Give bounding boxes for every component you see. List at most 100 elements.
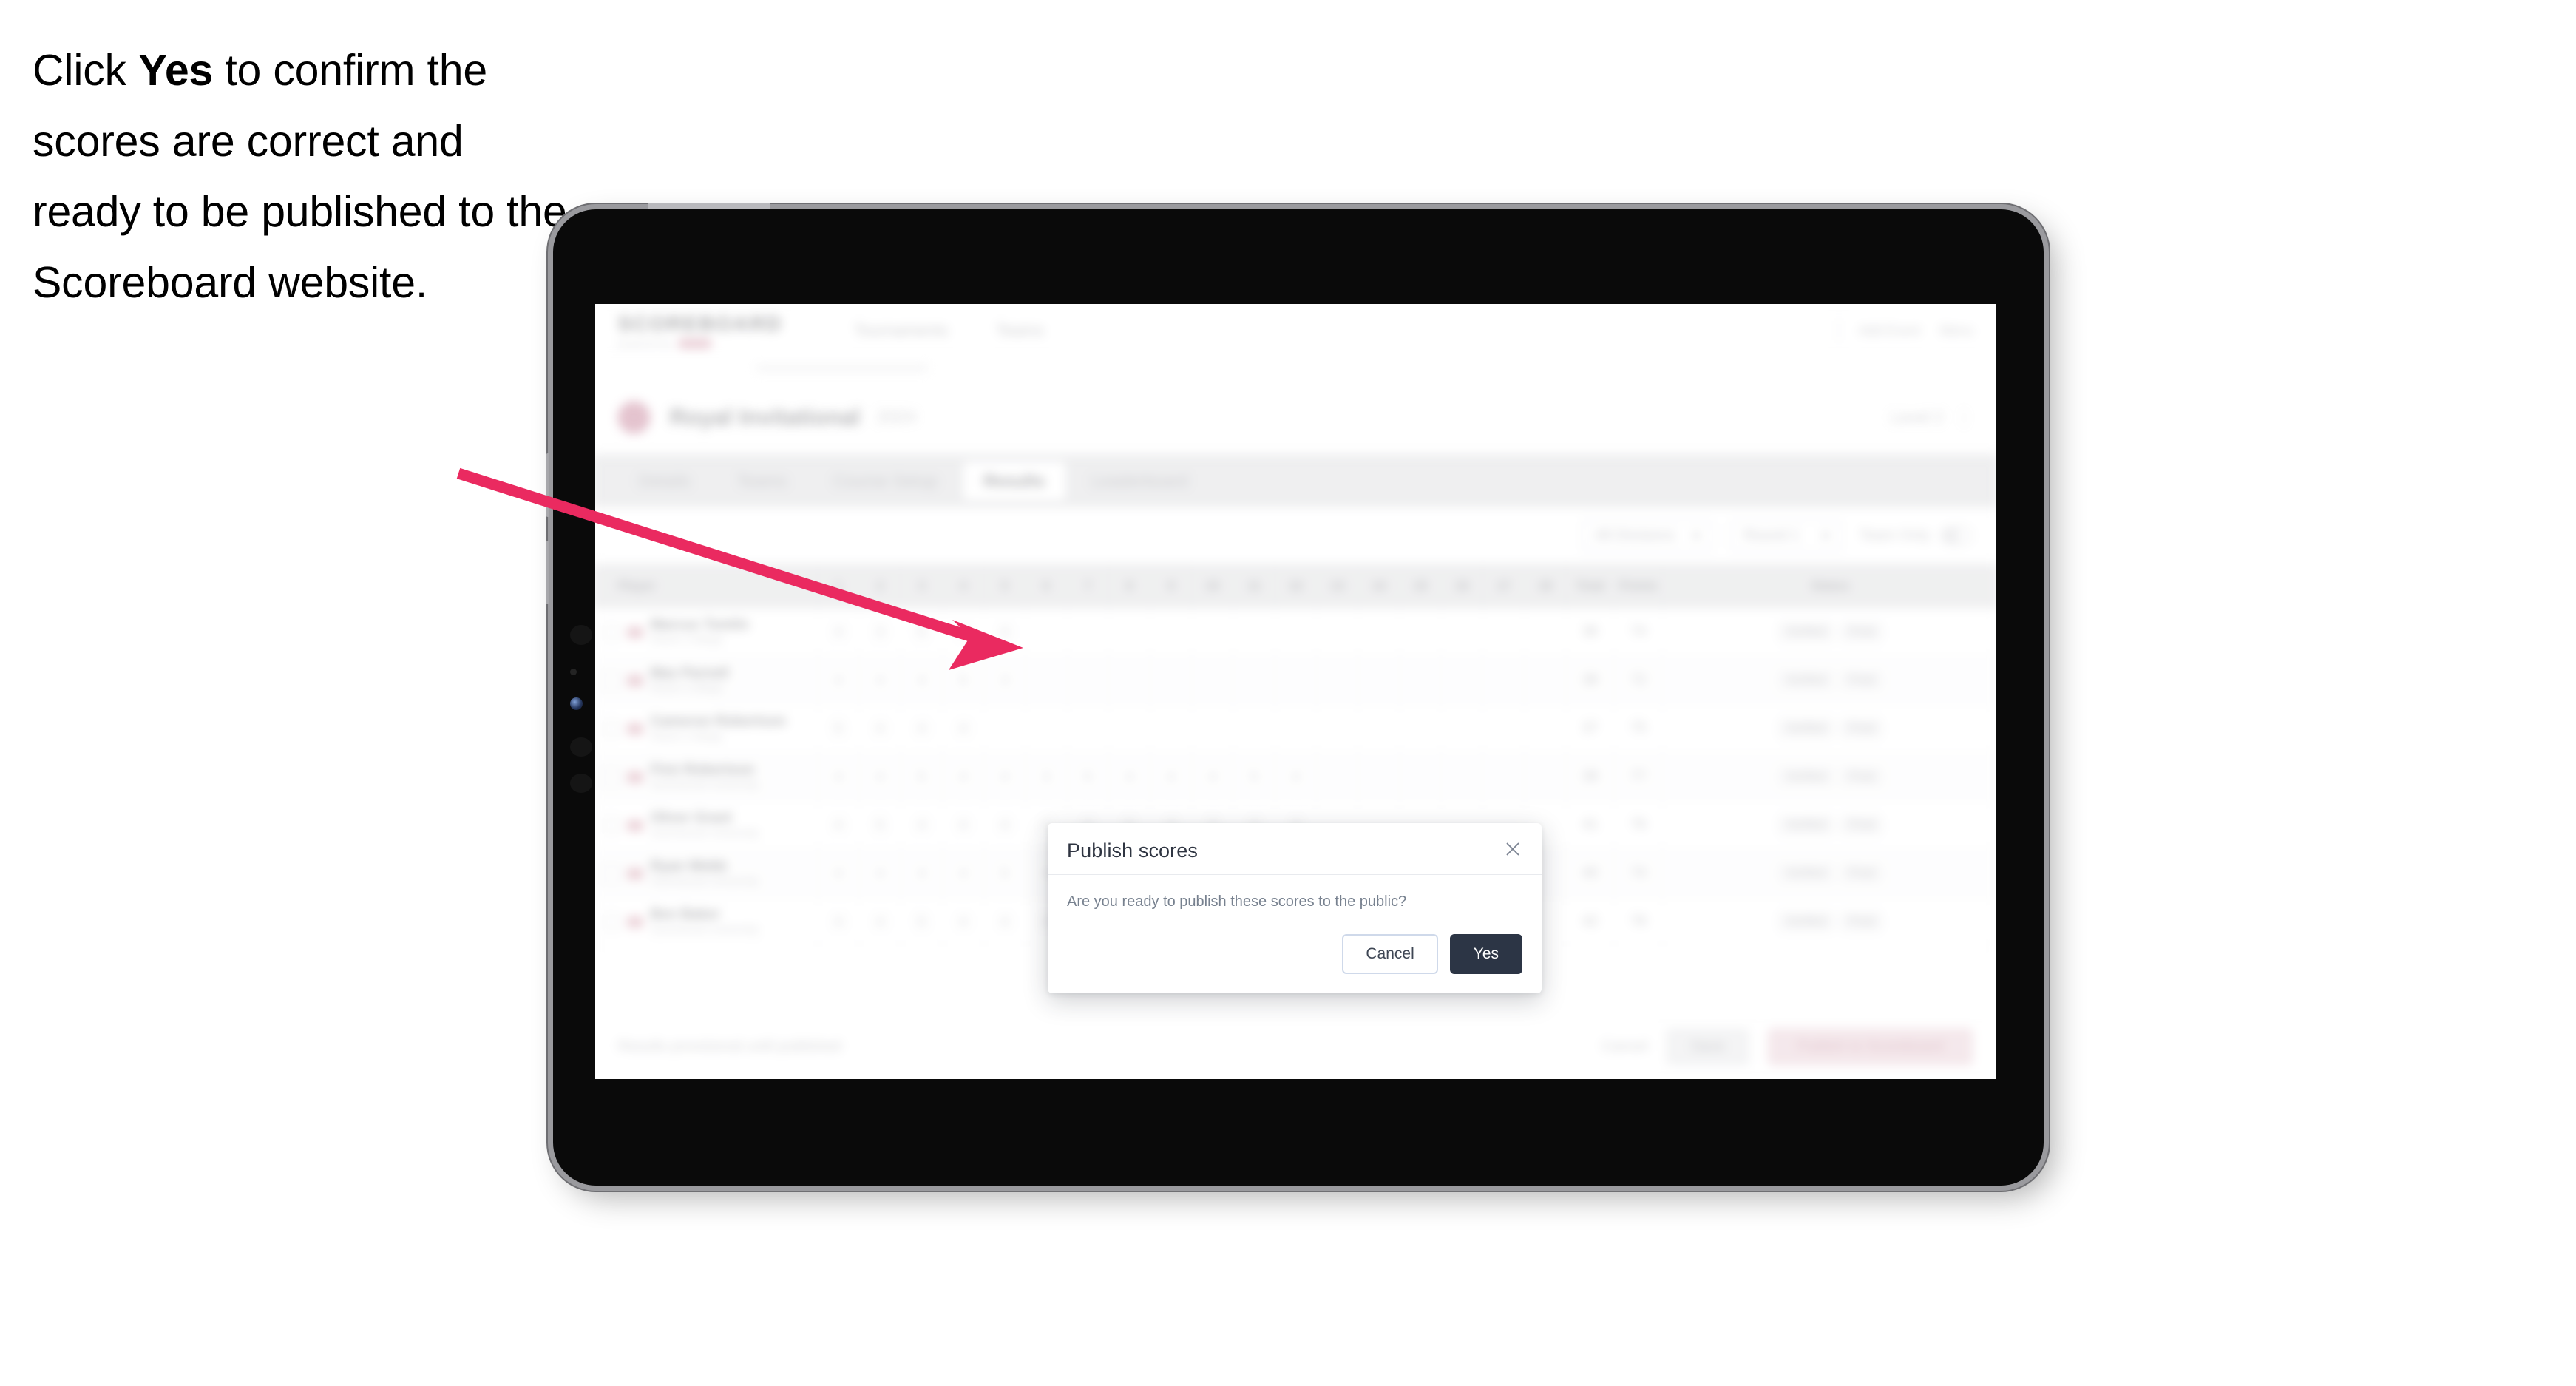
score-cell-6[interactable]: 3 [1026,752,1068,802]
table-row[interactable]: Max Parnell Raven College 4 4 4 5 3 38 72 Verifie… [595,656,1996,706]
tab-details[interactable]: Details [617,461,711,500]
score-cell-5[interactable] [983,704,1026,754]
score-cell-5[interactable]: 3 [983,656,1026,706]
score-cell-5[interactable]: 4 [983,801,1026,850]
score-cell-2[interactable]: 4 [859,897,901,947]
score-cell-10[interactable] [1191,656,1234,706]
team-only-toggle[interactable]: Team Only [1859,527,1973,545]
score-cell-6[interactable] [1026,704,1068,754]
score-cell-4[interactable]: 4 [942,704,985,754]
table-row[interactable]: Finn Robertson Summerset University 4 4 5 4 4 3… [595,752,1996,802]
score-cell-12[interactable] [1275,704,1318,754]
score-cell-8[interactable] [1108,608,1151,657]
score-cell-1[interactable]: 5 [817,704,860,754]
score-cell-2[interactable]: 4 [859,752,901,802]
score-cell-15[interactable] [1400,752,1442,802]
table-row[interactable]: Marcus Tomlin Raven College 4 3 5 4 4 36 74 Verif… [595,608,1996,657]
score-cell-11[interactable] [1233,656,1275,706]
score-cell-8[interactable] [1108,656,1151,706]
brand-logo[interactable]: SCOREBOARD powered by [617,312,782,349]
score-cell-2[interactable]: 4 [859,656,901,706]
score-cell-13[interactable] [1316,752,1359,802]
score-cell-15[interactable] [1400,704,1442,754]
score-cell-7[interactable]: 5 [1067,752,1109,802]
score-cell-18[interactable] [1524,752,1567,802]
score-cell-4[interactable]: 4 [942,801,985,850]
score-cell-5[interactable]: 5 [983,849,1026,899]
bottom-publish-button[interactable]: Publish to Scoreboard [1767,1027,1973,1066]
score-cell-2[interactable]: 4 [859,704,901,754]
score-cell-7[interactable] [1067,704,1109,754]
score-cell-4[interactable]: 4 [942,849,985,899]
score-cell-1[interactable]: 4 [817,608,860,657]
table-row[interactable]: Cameron Robertson Raven College 5 4 4 4 37 75 Ve… [595,704,1996,754]
score-cell-13[interactable] [1316,656,1359,706]
volume-down-button[interactable] [546,541,549,604]
score-cell-16[interactable] [1441,752,1484,802]
volume-up-button[interactable] [546,453,549,517]
score-cell-16[interactable] [1441,656,1484,706]
tab-results[interactable]: Results [962,461,1066,501]
row-checkbox[interactable] [603,720,620,737]
score-cell-16[interactable] [1441,608,1484,657]
score-cell-9[interactable] [1150,704,1193,754]
tab-leaderboard[interactable]: Leaderboard [1071,461,1209,500]
score-cell-12[interactable]: 4 [1275,752,1318,802]
score-cell-15[interactable] [1400,608,1442,657]
yes-button[interactable]: Yes [1449,934,1522,974]
score-cell-10[interactable]: 4 [1191,752,1234,802]
score-cell-17[interactable] [1482,752,1525,802]
round-select[interactable]: Round 1 ▾ [1729,519,1843,552]
score-cell-12[interactable] [1275,608,1318,657]
score-cell-4[interactable]: 5 [942,656,985,706]
more-options-icon[interactable]: ⋮ [1956,407,1973,428]
tab-teams[interactable]: Teams [716,461,807,500]
score-cell-13[interactable] [1316,608,1359,657]
row-checkbox[interactable] [603,865,620,882]
score-cell-3[interactable]: 4 [901,656,943,706]
score-cell-16[interactable] [1441,704,1484,754]
score-cell-12[interactable] [1275,656,1318,706]
toggle-switch-icon[interactable] [1940,527,1973,545]
row-checkbox[interactable] [603,817,620,834]
score-cell-2[interactable]: 5 [859,801,901,850]
row-checkbox[interactable] [603,913,620,930]
score-cell-4[interactable]: 4 [942,752,985,802]
tab-course-setup[interactable]: Course Setup [812,461,957,500]
score-cell-11[interactable] [1233,608,1275,657]
score-cell-9[interactable] [1150,608,1193,657]
score-cell-13[interactable] [1316,704,1359,754]
nav-item-teams[interactable]: Teams [996,321,1044,340]
score-cell-14[interactable] [1358,752,1400,802]
score-cell-8[interactable]: 4 [1108,752,1151,802]
row-checkbox[interactable] [603,623,620,641]
score-cell-17[interactable] [1482,704,1525,754]
row-checkbox[interactable] [603,672,620,689]
score-cell-9[interactable] [1150,656,1193,706]
score-cell-10[interactable] [1191,704,1234,754]
score-cell-8[interactable] [1108,704,1151,754]
score-cell-1[interactable]: 4 [817,656,860,706]
score-cell-18[interactable] [1524,704,1567,754]
score-cell-4[interactable]: 4 [942,897,985,947]
score-cell-17[interactable] [1482,608,1525,657]
score-cell-11[interactable]: 5 [1233,752,1275,802]
score-cell-17[interactable] [1482,656,1525,706]
score-cell-10[interactable] [1191,608,1234,657]
score-cell-1[interactable]: 4 [817,897,860,947]
bottom-save-button[interactable]: Save [1665,1027,1750,1066]
score-cell-11[interactable] [1233,704,1275,754]
close-icon[interactable] [1500,836,1525,862]
score-cell-14[interactable] [1358,656,1400,706]
score-cell-6[interactable] [1026,656,1068,706]
score-cell-14[interactable] [1358,608,1400,657]
score-cell-9[interactable]: 4 [1150,752,1193,802]
division-select[interactable]: All Divisions ▾ [1581,519,1714,552]
score-cell-7[interactable] [1067,656,1109,706]
cancel-button[interactable]: Cancel [1342,934,1438,974]
score-cell-6[interactable] [1026,608,1068,657]
menu-button[interactable]: Menu [1939,323,1973,339]
add-event-button[interactable]: Add Event [1859,323,1920,339]
score-cell-7[interactable] [1067,608,1109,657]
score-cell-3[interactable]: 4 [901,849,943,899]
